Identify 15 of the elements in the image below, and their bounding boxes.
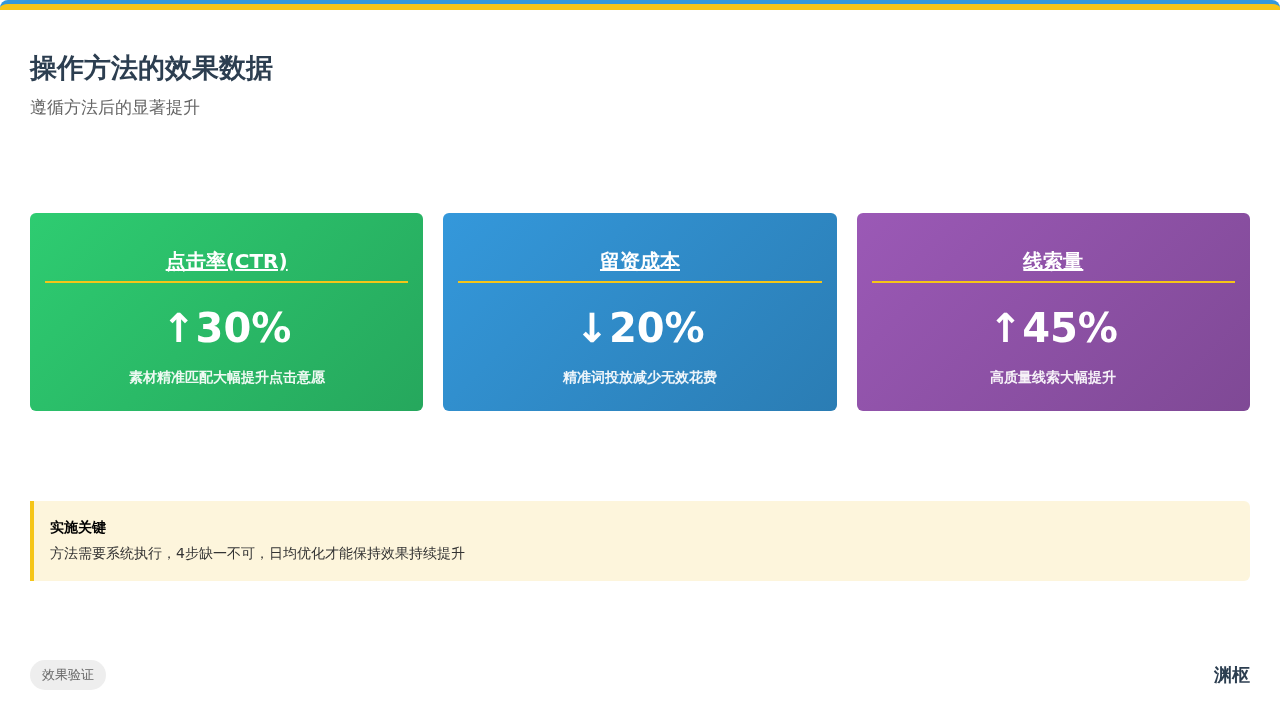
metric-label: 留资成本 (600, 248, 680, 275)
metric-label: 点击率(CTR) (165, 248, 288, 275)
footer-tag: 效果验证 (30, 660, 106, 690)
page-title: 操作方法的效果数据 (30, 51, 274, 85)
metric-value: ↑30% (162, 304, 292, 353)
metric-value: ↑45% (988, 304, 1118, 353)
note-title: 实施关键 (50, 519, 107, 537)
page-subtitle: 遵循方法后的显著提升 (30, 96, 201, 119)
brand-name: 渊枢 (1214, 663, 1250, 687)
metric-description: 素材精准匹配大幅提升点击意愿 (128, 369, 325, 387)
metric-description: 高质量线索大幅提升 (990, 369, 1117, 387)
metric-value: ↓20% (575, 304, 705, 353)
metric-label: 线索量 (1023, 248, 1084, 275)
note-text: 方法需要系统执行，4步缺一不可，日均优化才能保持效果持续提升 (50, 545, 466, 563)
metric-description: 精准词投放减少无效花费 (563, 369, 717, 387)
